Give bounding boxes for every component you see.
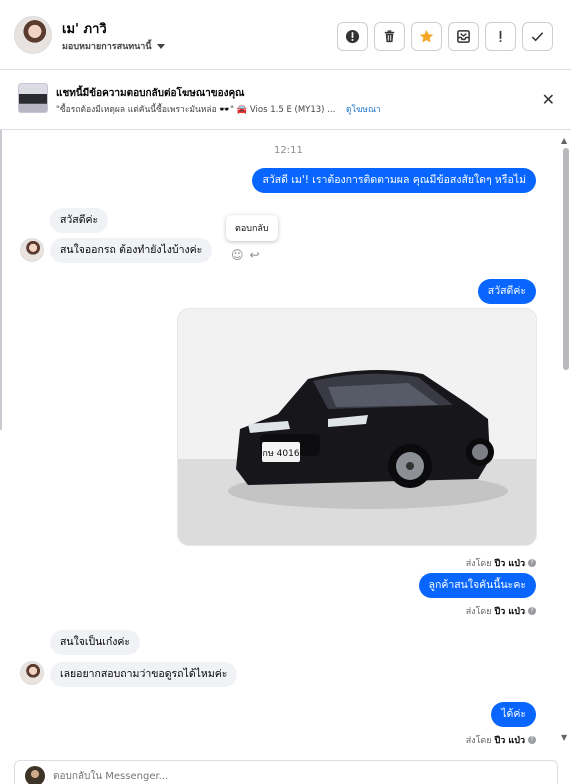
done-button[interactable] xyxy=(522,22,553,51)
spam-button[interactable] xyxy=(337,22,368,51)
message-bubble-incoming[interactable]: สวัสดีค่ะ xyxy=(50,208,109,233)
sent-by-prefix: ส่งโดย xyxy=(465,607,492,617)
chevron-down-icon xyxy=(156,43,165,49)
page-avatar xyxy=(25,766,45,784)
reply-tooltip: ตอบกลับ xyxy=(226,215,278,241)
sender-avatar xyxy=(20,238,44,262)
exclamation-icon xyxy=(499,30,502,42)
sent-by-name: ปีว แป่ว xyxy=(494,607,525,617)
sent-by-label: ส่งโดย ปีว แป่ว ? xyxy=(466,556,536,570)
delete-button[interactable] xyxy=(374,22,405,51)
assign-conversation-dropdown[interactable]: มอบหมายการสนทนานี้ xyxy=(62,39,165,53)
message-bubble-outgoing[interactable]: ได้ค่ะ xyxy=(491,702,536,727)
message-timestamp: 12:11 xyxy=(274,145,303,156)
ad-banner-subtitle: "ซื้อรถต้องมีเหตุผล แต่คันนี้ซื้อเพราะมั… xyxy=(56,102,381,116)
sent-by-prefix: ส่งโดย xyxy=(465,559,492,569)
info-icon[interactable]: ? xyxy=(528,736,536,744)
assign-label: มอบหมายการสนทนานี้ xyxy=(62,42,152,52)
sent-by-name: ปีว แป่ว xyxy=(494,559,525,569)
scroll-down-arrow[interactable]: ▼ xyxy=(561,733,567,742)
message-bubble-incoming[interactable]: เลยอยากสอบถามว่าขอดูรถได้ไหมค่ะ xyxy=(50,662,238,687)
sent-by-label: ส่งโดย ปีว แป่ว ? xyxy=(466,604,536,618)
sent-by-name: ปีว แป่ว xyxy=(494,736,525,746)
ad-reply-banner: แชทนี้มีข้อความตอบกลับต่อโฆษณาของคุณ "ซื… xyxy=(0,70,571,130)
license-plate: กษ 4016 xyxy=(262,449,299,459)
message-thread[interactable]: 12:11 สวัสดี เม'! เราต้องการติดตามผล คุณ… xyxy=(0,130,571,757)
message-bubble-incoming[interactable]: สนใจเป็นเก๋งค่ะ xyxy=(50,630,141,655)
ad-caption: "ซื้อรถต้องมีเหตุผล แต่คันนี้ซื้อเพราะมั… xyxy=(56,105,336,115)
message-actions: ☺ ↩ xyxy=(231,248,260,262)
message-bubble-outgoing[interactable]: สวัสดีค่ะ xyxy=(477,279,536,304)
message-bubble-outgoing[interactable]: ลูกค้าสนใจคันนี้นะคะ xyxy=(418,573,536,598)
messenger-reply-input[interactable] xyxy=(53,767,353,784)
archive-button[interactable] xyxy=(448,22,479,51)
sender-avatar xyxy=(20,661,44,685)
inbox-icon xyxy=(457,30,470,43)
info-icon[interactable]: ? xyxy=(528,559,536,567)
car-photo-attachment[interactable]: กษ 4016 xyxy=(177,308,537,546)
ad-thumbnail[interactable] xyxy=(18,83,48,113)
close-icon[interactable]: ✕ xyxy=(542,90,555,109)
ad-banner-title: แชทนี้มีข้อความตอบกลับต่อโฆษณาของคุณ xyxy=(56,88,245,99)
message-bubble-outgoing[interactable]: สวัสดี เม'! เราต้องการติดตามผล คุณมีข้อส… xyxy=(252,168,536,193)
star-icon xyxy=(419,29,434,43)
car-image: กษ 4016 xyxy=(178,309,536,545)
check-icon xyxy=(531,32,544,42)
message-bubble-incoming[interactable]: สนใจออกรถ ต้องทำยังไงบ้างค่ะ xyxy=(50,238,213,263)
conversation-header: เม' ภาวิ มอบหมายการสนทนานี้ xyxy=(0,0,571,70)
trash-icon xyxy=(384,30,395,43)
alert-circle-icon xyxy=(345,29,360,44)
sent-by-label: ส่งโดย ปีว แป่ว ? xyxy=(466,733,536,747)
scroll-up-arrow[interactable]: ▲ xyxy=(561,136,567,145)
emoji-react-icon[interactable]: ☺ xyxy=(231,248,244,262)
info-icon[interactable]: ? xyxy=(528,607,536,615)
contact-name[interactable]: เม' ภาวิ xyxy=(62,18,107,39)
followup-button[interactable] xyxy=(485,22,516,51)
sent-by-prefix: ส่งโดย xyxy=(465,736,492,746)
star-button[interactable] xyxy=(411,22,442,51)
view-ad-link[interactable]: ดูโฆษณา xyxy=(346,105,381,115)
scrollbar-thumb[interactable] xyxy=(563,148,569,370)
reply-composer xyxy=(14,760,558,784)
conversation-toolbar xyxy=(337,22,553,51)
reply-icon[interactable]: ↩ xyxy=(250,248,260,262)
contact-avatar[interactable] xyxy=(14,16,52,54)
